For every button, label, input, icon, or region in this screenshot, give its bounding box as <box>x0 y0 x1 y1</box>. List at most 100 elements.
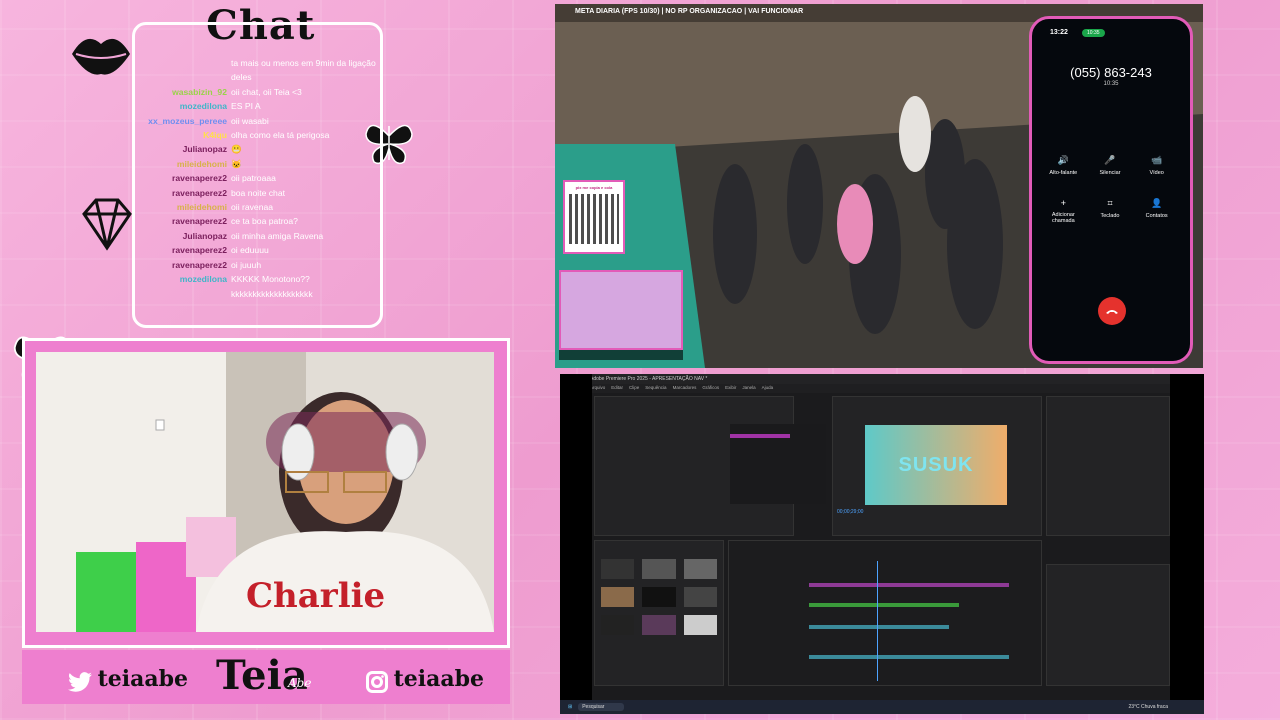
webcam-feed: Charlie <box>36 352 494 632</box>
qr-code-icon <box>569 194 619 244</box>
chat-username[interactable]: Julianopaz <box>137 229 227 243</box>
video-icon: 📹 <box>1151 155 1163 165</box>
twitter-handle: teiaabe <box>68 666 188 693</box>
chat-username[interactable]: xx_mozeus_pereee <box>137 114 227 128</box>
menu-item[interactable]: Janela <box>742 385 755 392</box>
twitter-icon <box>68 671 92 692</box>
chat-text: oii patroaaa <box>231 173 276 184</box>
call-action-label: Contatos <box>1145 213 1168 219</box>
call-action-microphone[interactable]: 🎤 Silenciar <box>1087 155 1134 176</box>
phone-clock: 13:22 <box>1050 29 1068 36</box>
chat-message: ravenaperez2 oi juuuh <box>137 258 380 272</box>
keypad-icon: ⌗ <box>1107 198 1113 208</box>
bin-thumbnails <box>601 559 717 635</box>
game-stream: META DIARIA (FPS 10/30) | NO RP ORGANIZA… <box>555 4 1203 368</box>
call-duration: 10:35 <box>1103 81 1119 87</box>
start-icon[interactable]: ⊞ <box>568 704 572 710</box>
desktop-strip-right <box>1170 374 1204 700</box>
chat-username[interactable]: mileidehomi <box>137 200 227 214</box>
taskbar-search[interactable]: Pesquisar <box>578 703 625 711</box>
chat-username[interactable]: mozedilona <box>137 272 227 301</box>
chat-username[interactable]: Julianopaz <box>137 142 227 156</box>
chat-text: ES PI A <box>231 101 261 112</box>
chat-text: ta mais ou menos em 9min da ligação dele… <box>231 58 376 83</box>
window-titlebar: Adobe Premiere Pro 2025 - APRESENTAÇÃO N… <box>560 374 1204 384</box>
properties-panel <box>1046 564 1170 686</box>
sequence-timeline <box>728 540 1042 686</box>
chat-message: ravenaperez2 ce ta boa patroa? <box>137 214 380 228</box>
end-call-button[interactable] <box>1098 297 1126 325</box>
diamond-icon <box>80 196 134 256</box>
weather-widget: 23°C Chuva fraca <box>1128 704 1168 710</box>
video-controls <box>559 350 683 360</box>
project-bin-panel <box>594 540 724 686</box>
chat-message: ravenaperez2 boa noite chat <box>137 186 380 200</box>
menu-item[interactable]: Ajuda <box>762 385 774 392</box>
premiere-window: Adobe Premiere Pro 2025 - APRESENTAÇÃO N… <box>560 374 1204 714</box>
chat-text: oii chat, oii Teia <3 <box>231 86 302 97</box>
phone-call-overlay: 13:22 10:35 (055) 863-243 10:35 🔊 Alto-fa… <box>1029 16 1193 364</box>
call-action-label: Vídeo <box>1149 170 1164 176</box>
chat-username[interactable]: wasabizin_92 <box>137 85 227 99</box>
call-action-label: Silenciar <box>1099 170 1121 176</box>
chat-message: Julianopaz oii minha amiga Ravena <box>137 229 380 243</box>
chat-username[interactable]: ravenaperez2 <box>137 258 227 272</box>
menu-bar: Arquivo Editar Clipe Sequência Marcadores Grá… <box>560 384 1204 393</box>
menu-item[interactable]: Arquivo <box>590 385 605 392</box>
chat-username[interactable]: mozedilona <box>137 99 227 113</box>
program-monitor: SUSUK 00;00;29;00 <box>832 396 1042 536</box>
call-action-contacts[interactable]: 👤 Contatos <box>1133 198 1180 224</box>
chat-text: 🐱 <box>231 158 242 169</box>
chat-username[interactable]: K4iqu <box>137 128 227 142</box>
chat-message: mileidehomi oii ravenaa <box>137 200 380 214</box>
chat-message: xx_mozeus_pereee oii wasabi <box>137 114 380 128</box>
chat-username[interactable]: ravenaperez2 <box>137 243 227 257</box>
menu-item[interactable]: Clipe <box>629 385 639 392</box>
chat-username[interactable] <box>137 56 227 85</box>
chat-username[interactable]: ravenaperez2 <box>137 214 227 228</box>
chat-text: boa noite chat <box>231 187 285 198</box>
speaker-icon: 🔊 <box>1057 155 1069 165</box>
project-panel-right <box>1046 396 1170 536</box>
call-badge: 10:35 <box>1082 29 1105 37</box>
chat-message: mozedilona KKKKK Monotono?? kkkkkkkkkkkkk… <box>137 272 380 301</box>
chat-text: oii minha amiga Ravena <box>231 230 324 241</box>
caller-number: (055) 863-243 <box>1070 65 1152 80</box>
chat-message: ravenaperez2 oi eduuuu <box>137 243 380 257</box>
pix-qr-card: pix me copia e cola <box>563 180 625 254</box>
menu-item[interactable]: Gráficos <box>702 385 719 392</box>
chat-text: oi juuuh <box>231 259 262 270</box>
call-action-label: Teclado <box>1100 213 1120 219</box>
preview-title: SUSUK <box>898 453 974 476</box>
menu-item[interactable]: Editar <box>611 385 623 392</box>
source-timeline-panel <box>730 424 826 504</box>
preview-frame: SUSUK <box>865 425 1007 505</box>
call-action-keypad[interactable]: ⌗ Teclado <box>1087 198 1134 224</box>
call-action-speaker[interactable]: 🔊 Alto-falante <box>1040 155 1087 176</box>
windows-taskbar: ⊞ Pesquisar 23°C Chuva fraca <box>560 700 1204 714</box>
chat-text: 😬 <box>231 144 242 155</box>
chat-message: wasabizin_92 oii chat, oii Teia <3 <box>137 85 380 99</box>
menu-item[interactable]: Exibir <box>725 385 736 392</box>
chat-username[interactable]: mileidehomi <box>137 157 227 171</box>
chat-message: K4iqu olha como ela tá perigosa <box>137 128 380 142</box>
chat-message: mileidehomi 🐱 <box>137 157 380 171</box>
svg-text:Charlie: Charlie <box>246 576 385 616</box>
menu-item[interactable]: Sequência <box>645 385 666 392</box>
chat-text: oii ravenaa <box>231 202 274 213</box>
call-action-label: Alto-falante <box>1049 170 1078 176</box>
timeline-clip <box>730 434 790 438</box>
chat-text: ce ta boa patroa? <box>231 216 298 227</box>
chat-text: oi eduuuu <box>231 245 269 256</box>
call-actions: 🔊 Alto-falante 🎤 Silenciar 📹 Vídeo + Adicionar … <box>1040 155 1180 224</box>
chat-username[interactable]: ravenaperez2 <box>137 186 227 200</box>
call-action-add-call[interactable]: + Adicionar chamada <box>1040 198 1087 224</box>
chat-message: Julianopaz 😬 <box>137 142 380 156</box>
chat-message: mozedilona ES PI A <box>137 99 380 113</box>
microphone-icon: 🎤 <box>1104 155 1116 165</box>
instagram-icon <box>366 670 388 693</box>
call-action-video[interactable]: 📹 Vídeo <box>1133 155 1180 176</box>
menu-item[interactable]: Marcadores <box>673 385 697 392</box>
chat-username[interactable]: ravenaperez2 <box>137 171 227 185</box>
desktop-strip-left <box>560 374 592 700</box>
